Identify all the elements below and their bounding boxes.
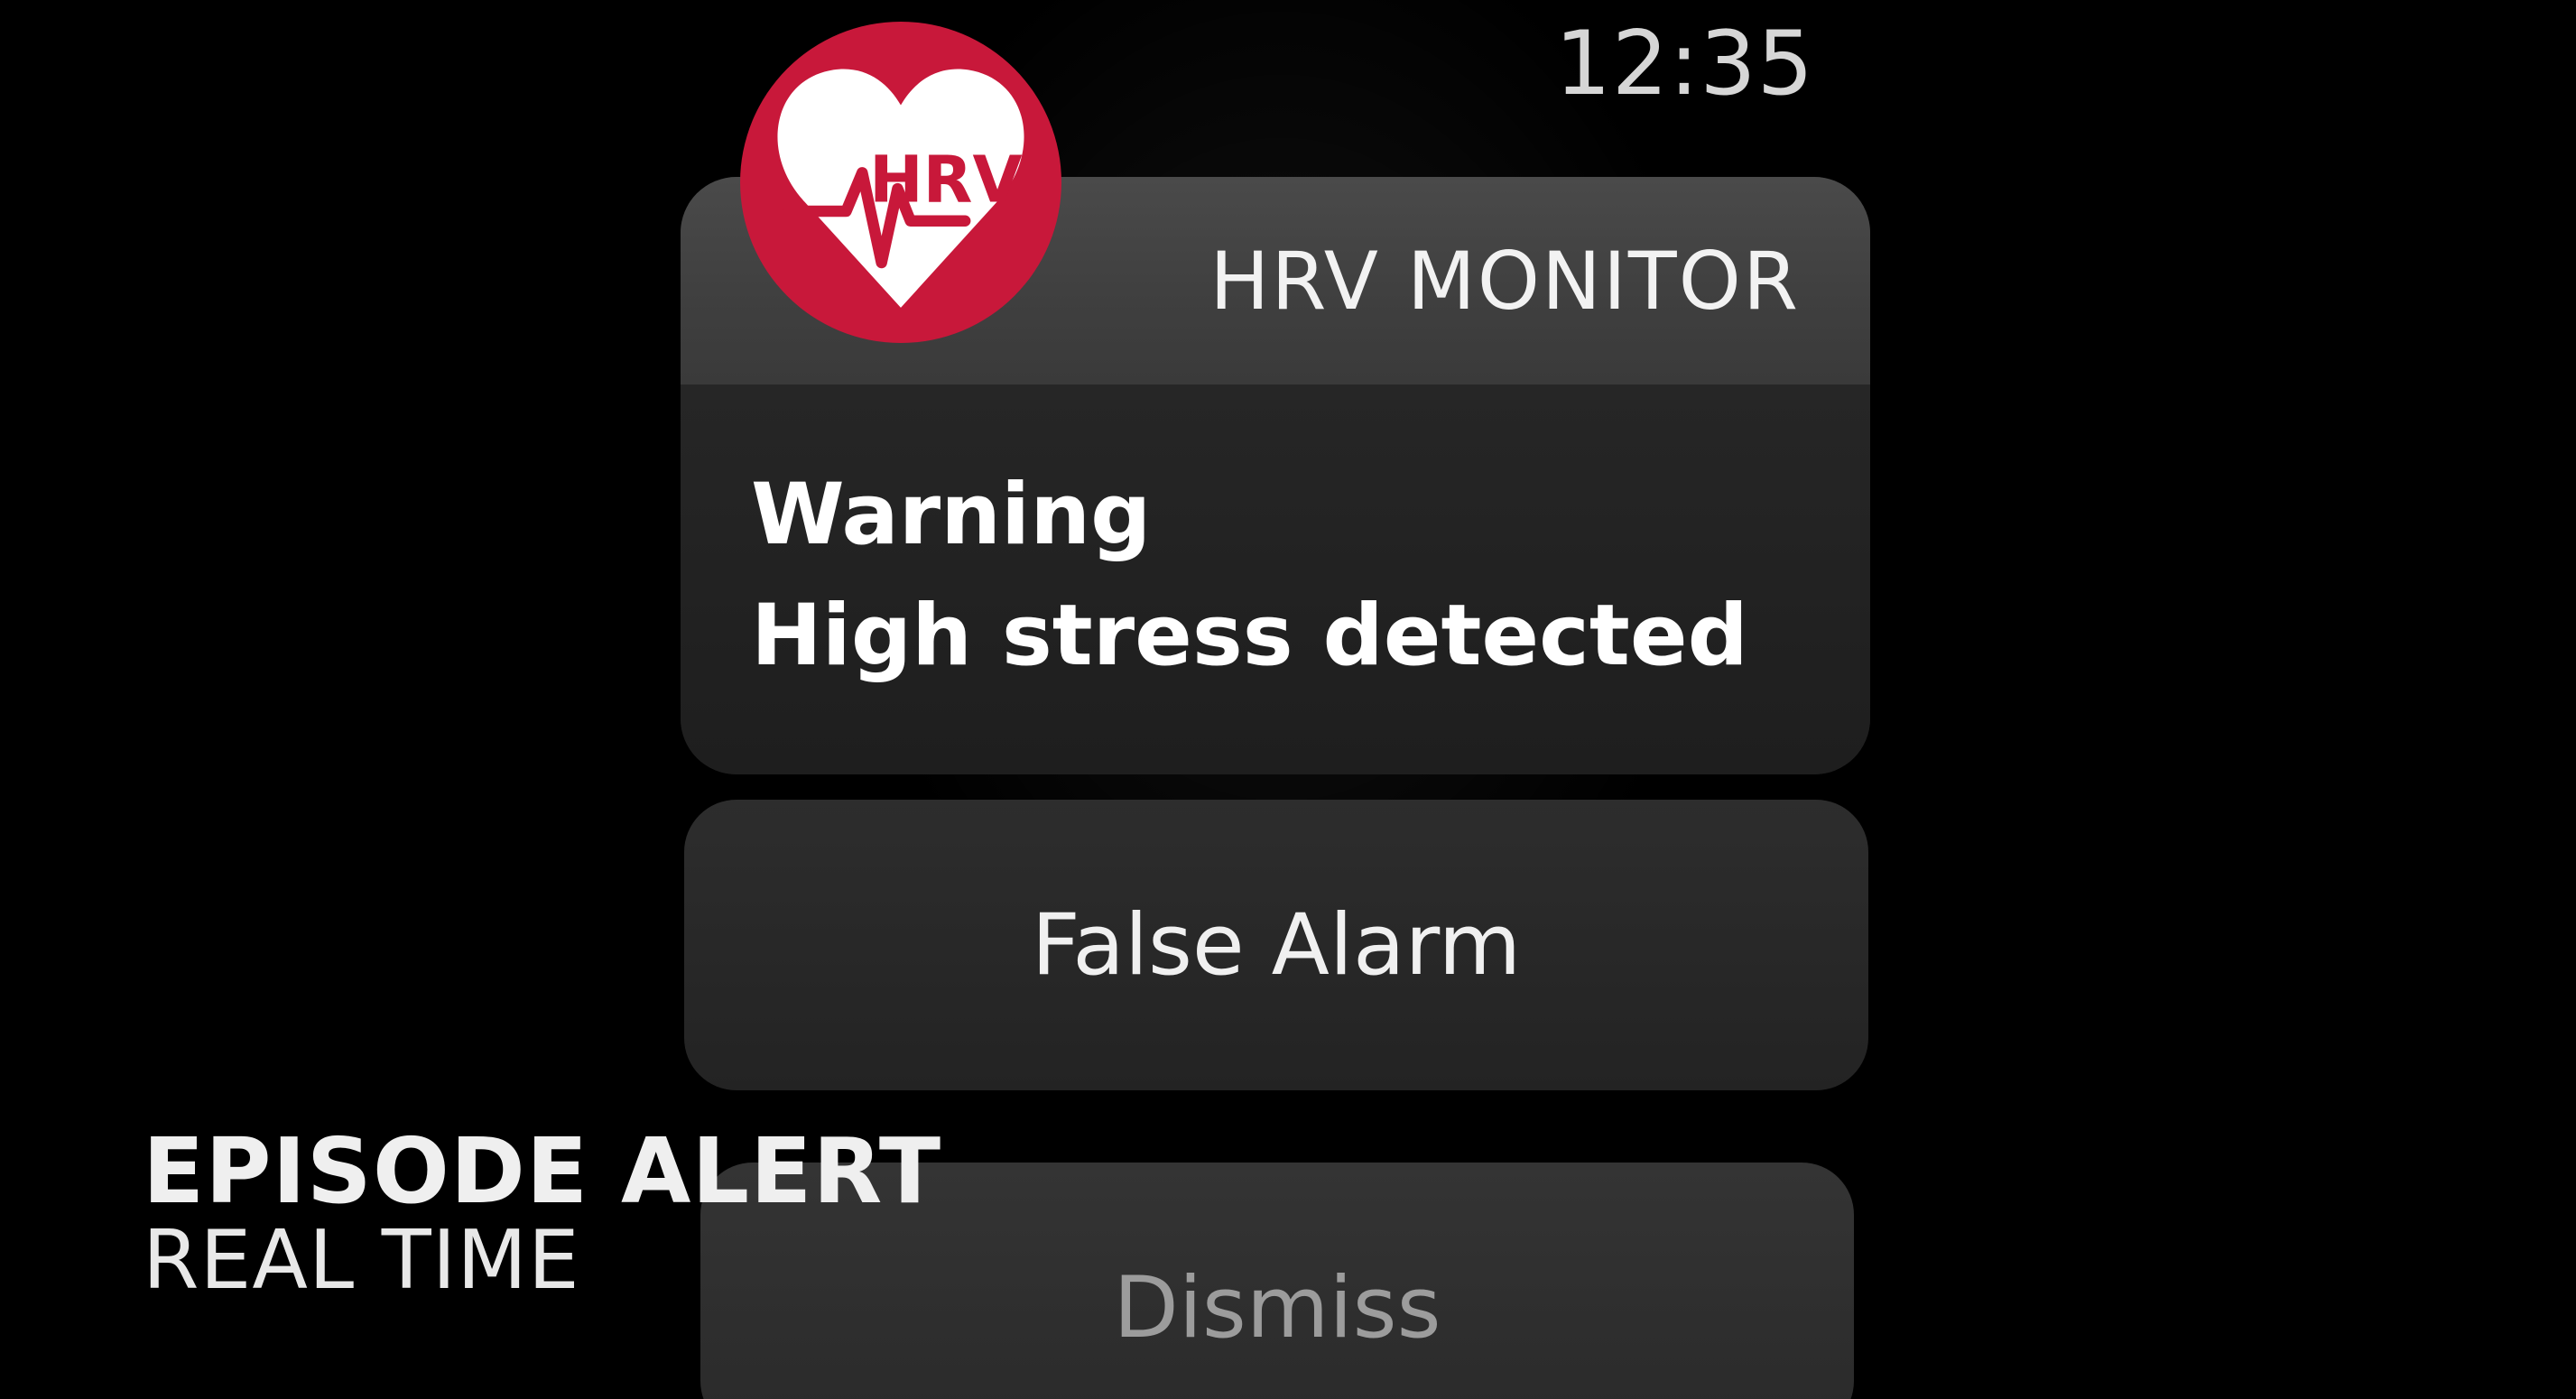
false-alarm-button[interactable]: False Alarm (684, 800, 1868, 1090)
notification-title: Warning (751, 466, 1152, 564)
caption-real-time: REAL TIME (143, 1213, 580, 1308)
false-alarm-label: False Alarm (1031, 896, 1522, 995)
app-icon-label: HRV (869, 142, 1023, 217)
watch-screen: 12:35 HRV MONITOR Warning High stress de… (0, 0, 2576, 1399)
dismiss-label: Dismiss (1113, 1259, 1441, 1357)
notification-message: High stress detected (751, 587, 1748, 685)
notification-body: Warning High stress detected (681, 384, 1870, 774)
hrv-heart-icon: HRV (740, 22, 1061, 343)
status-time: 12:35 (1554, 13, 1814, 116)
app-name: HRV MONITOR (1209, 235, 1800, 328)
caption-episode-alert: EPISODE ALERT (143, 1118, 942, 1224)
